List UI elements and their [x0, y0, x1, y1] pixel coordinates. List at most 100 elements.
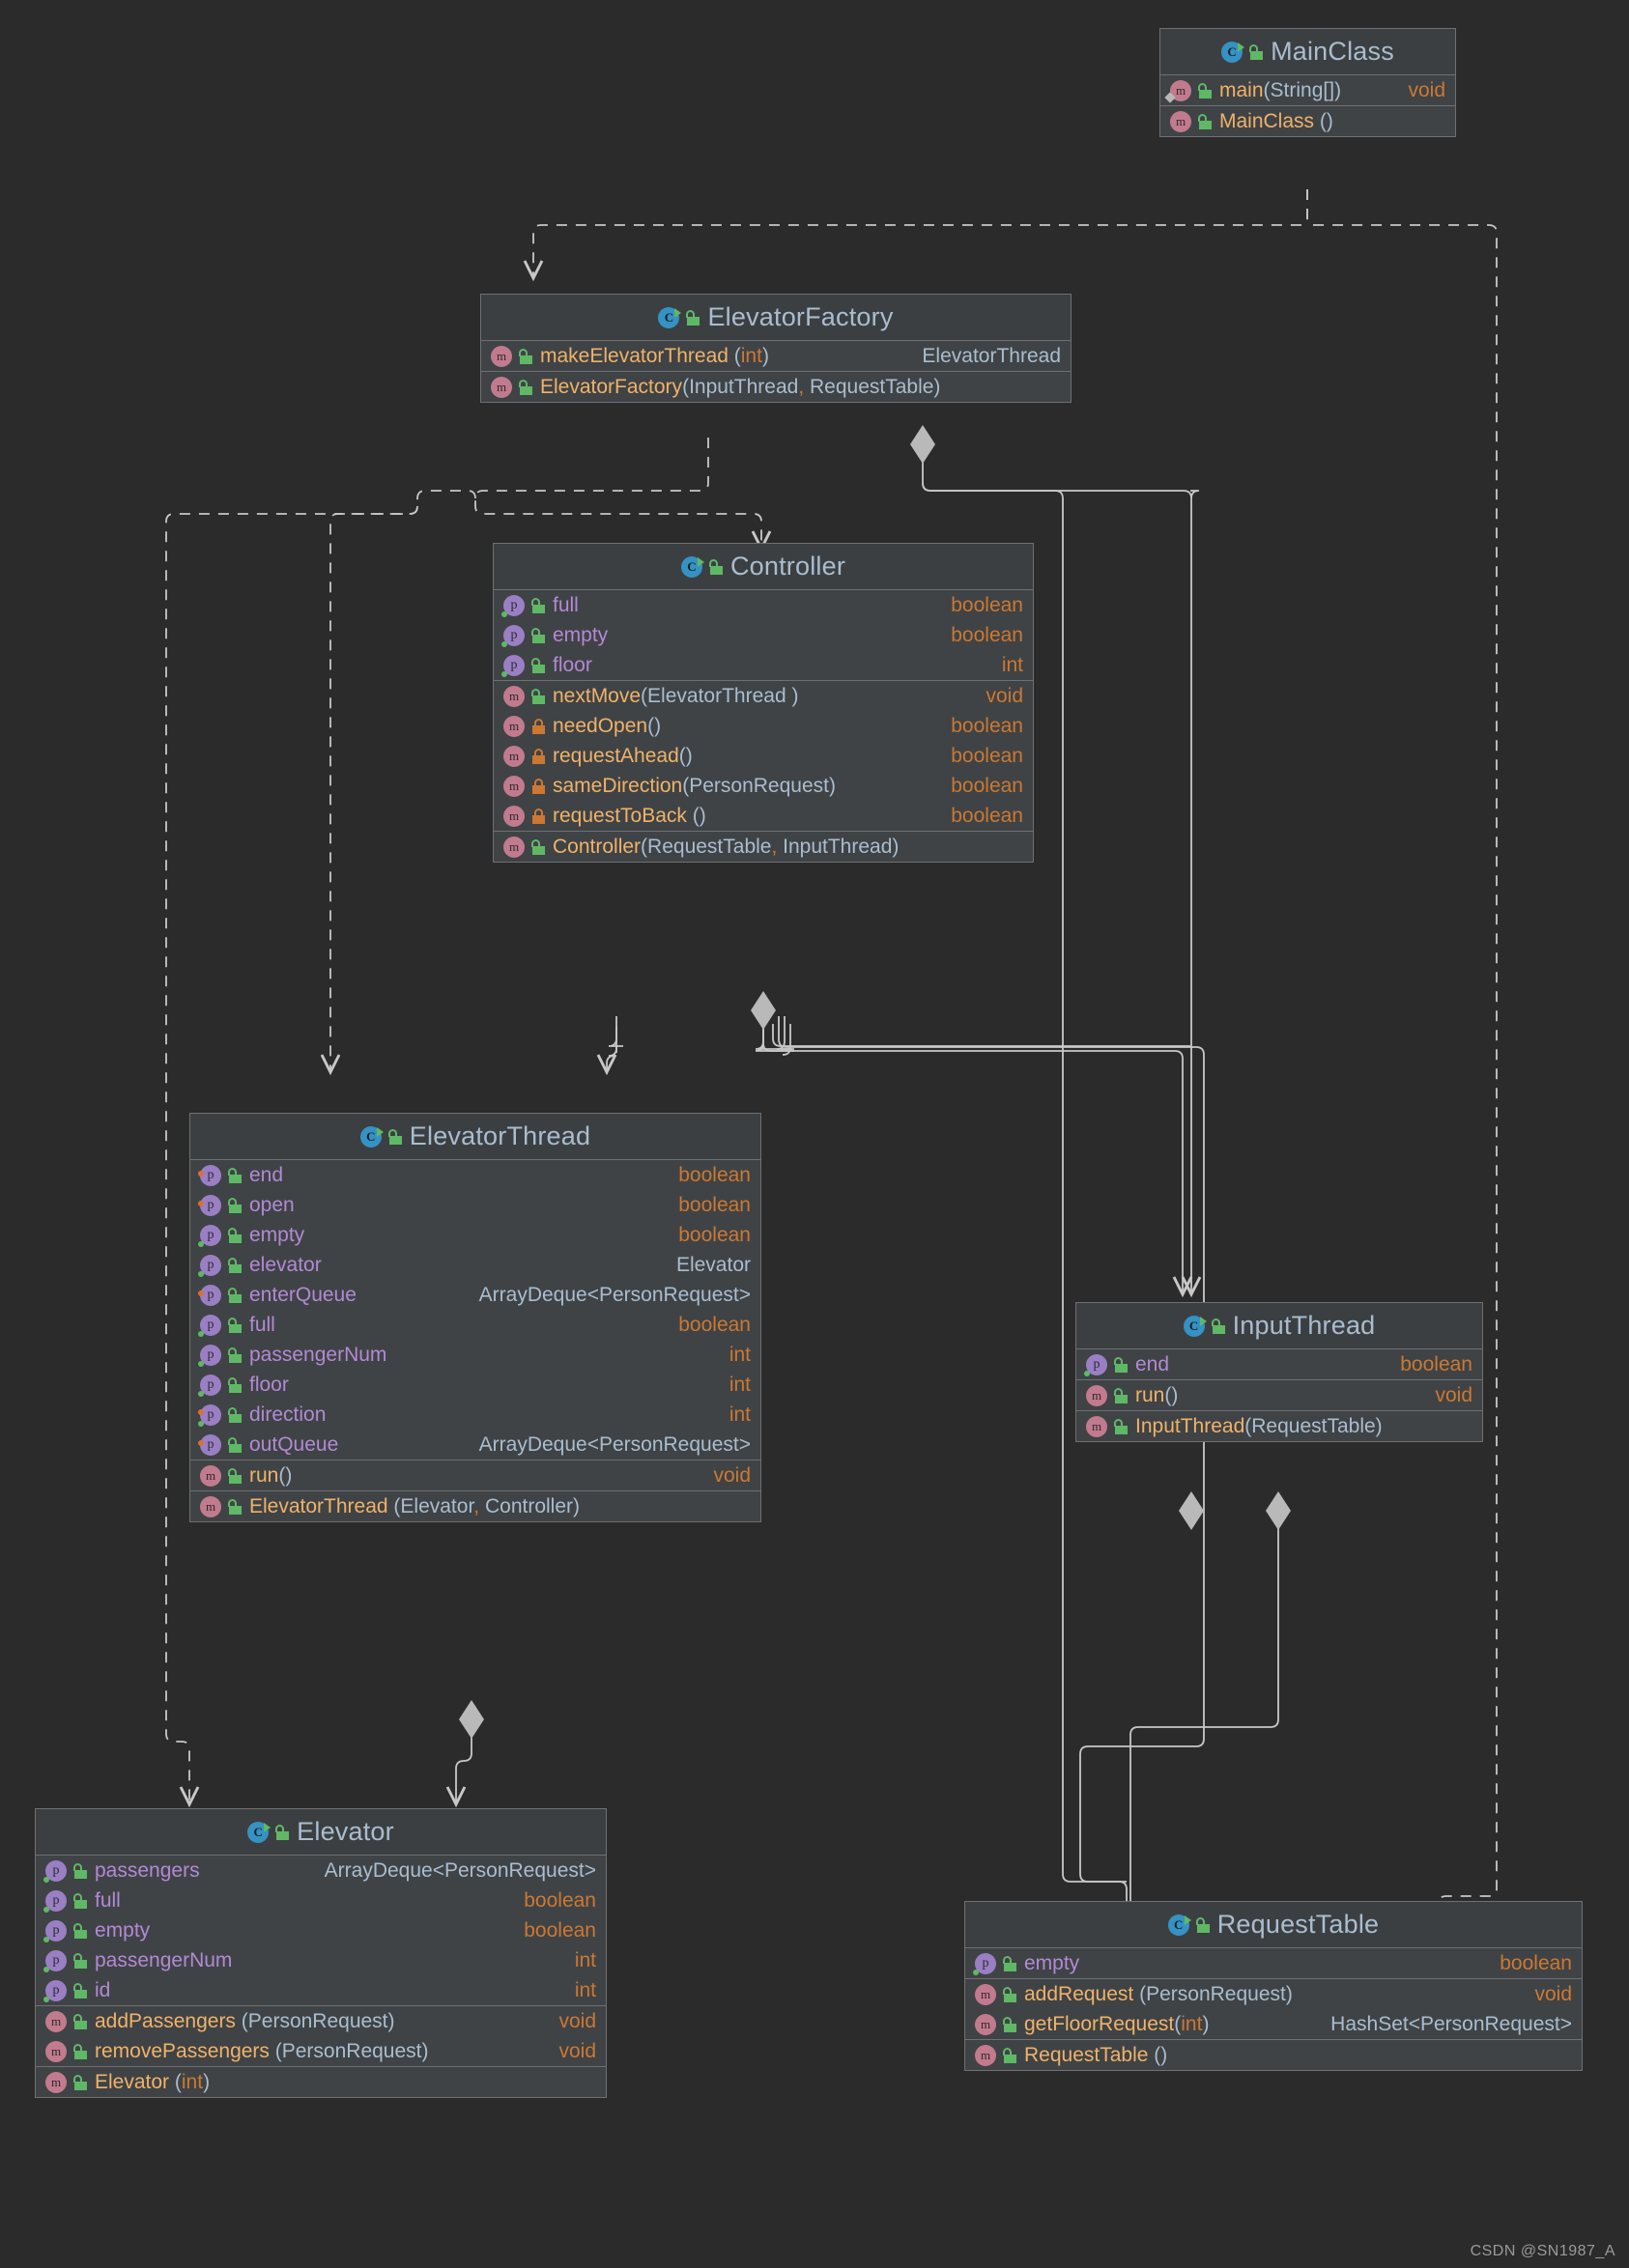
property-icon: p — [198, 1314, 221, 1337]
open-padlock-icon — [73, 1922, 88, 1939]
member-row[interactable]: m Controller(RequestTable, InputThread) — [494, 832, 1033, 862]
member-row[interactable]: m InputThread(RequestTable) — [1076, 1411, 1482, 1441]
member-row[interactable]: m Elevator (int) — [36, 2067, 606, 2097]
uml-class-inputthread[interactable]: C InputThread p end boolean m run() void — [1075, 1302, 1483, 1442]
property-icon: p — [198, 1344, 221, 1367]
class-header: C ElevatorThread — [190, 1114, 760, 1160]
member-row[interactable]: m needOpen() boolean — [494, 711, 1033, 741]
member-row[interactable]: p id int — [36, 1975, 606, 2005]
class-section-methods: m addPassengers (PersonRequest) void m r… — [36, 2005, 606, 2066]
member-type: boolean — [1500, 1951, 1572, 1974]
member-row[interactable]: p elevator Elevator — [190, 1250, 760, 1280]
property-icon: p — [198, 1254, 221, 1277]
uml-class-controller[interactable]: C Controller p full boolean p empty bool… — [493, 543, 1034, 863]
member-row[interactable]: p enterQueue ArrayDeque<PersonRequest> — [190, 1280, 760, 1310]
member-row[interactable]: p empty boolean — [965, 1948, 1582, 1978]
member-row[interactable]: p empty boolean — [494, 620, 1033, 650]
uml-class-elevatorfactory[interactable]: C ElevatorFactory m makeElevatorThread (… — [480, 294, 1072, 403]
member-row[interactable]: m ElevatorThread (Elevator, Controller) — [190, 1491, 760, 1521]
method-icon: m — [503, 715, 525, 737]
member-row[interactable]: m main(String[]) void — [1160, 75, 1455, 105]
member-row[interactable]: m sameDirection(PersonRequest) boolean — [494, 771, 1033, 801]
member-row[interactable]: p full boolean — [494, 590, 1033, 620]
member-name: direction — [249, 1403, 327, 1426]
property-icon: p — [501, 624, 525, 647]
property-icon: p — [198, 1194, 221, 1216]
member-row[interactable]: p empty boolean — [36, 1915, 606, 1945]
class-header: C Elevator — [36, 1809, 606, 1856]
open-padlock-icon — [228, 1257, 243, 1273]
member-row[interactable]: m run() void — [190, 1460, 760, 1490]
member-row[interactable]: m MainClass () — [1160, 106, 1455, 136]
closed-padlock-icon — [531, 748, 546, 764]
open-padlock-icon — [73, 1862, 88, 1879]
method-icon: m — [1086, 1384, 1107, 1406]
member-row[interactable]: p end boolean — [190, 1160, 760, 1190]
member-row[interactable]: p full boolean — [36, 1885, 606, 1915]
return-type: boolean — [951, 744, 1023, 767]
diagram-canvas: C MainClass m main(String[]) void m Main… — [0, 0, 1629, 2268]
member-row[interactable]: p passengerNum int — [190, 1340, 760, 1370]
member-name: end — [249, 1163, 284, 1186]
class-section-methods: m nextMove(ElevatorThread ) void m needO… — [494, 680, 1033, 831]
open-padlock-icon — [1114, 1387, 1129, 1403]
open-padlock-icon — [228, 1406, 243, 1423]
member-row[interactable]: m run() void — [1076, 1380, 1482, 1410]
class-icon: C — [1167, 1914, 1191, 1936]
member-name: enterQueue — [249, 1283, 357, 1306]
open-padlock-icon — [1003, 2047, 1017, 2063]
property-icon: p — [43, 1859, 67, 1883]
open-padlock-icon — [519, 379, 533, 395]
member-row[interactable]: p passengerNum int — [36, 1945, 606, 1975]
member-type: boolean — [678, 1223, 751, 1246]
uml-class-mainclass[interactable]: C MainClass m main(String[]) void m Main… — [1159, 28, 1456, 137]
member-type: ArrayDeque<PersonRequest> — [478, 1432, 751, 1456]
method-icon: m — [1086, 1415, 1107, 1437]
member-row[interactable]: p outQueue ArrayDeque<PersonRequest> — [190, 1430, 760, 1460]
uml-class-requesttable[interactable]: C RequestTable p empty boolean m addRequ… — [964, 1901, 1583, 2071]
member-row[interactable]: m requestAhead() boolean — [494, 741, 1033, 771]
member-type: boolean — [951, 593, 1023, 616]
open-padlock-icon — [1114, 1418, 1129, 1434]
class-section-fields: p full boolean p empty boolean p floor i… — [494, 590, 1033, 680]
member-row[interactable]: p open boolean — [190, 1190, 760, 1220]
uml-class-elevator[interactable]: C Elevator p passengers ArrayDeque<Perso… — [35, 1808, 607, 2098]
member-row[interactable]: m addRequest (PersonRequest) void — [965, 1979, 1582, 2009]
return-type: void — [986, 684, 1023, 707]
member-name: full — [249, 1313, 275, 1336]
member-row[interactable]: p floor int — [494, 650, 1033, 680]
member-row[interactable]: m nextMove(ElevatorThread ) void — [494, 681, 1033, 711]
member-row[interactable]: m RequestTable () — [965, 2040, 1582, 2070]
member-type: boolean — [1400, 1352, 1472, 1375]
method-icon: m — [975, 1983, 996, 2005]
open-padlock-icon — [73, 1982, 88, 1999]
member-row[interactable]: m makeElevatorThread (int) ElevatorThrea… — [481, 341, 1071, 371]
member-row[interactable]: p direction int — [190, 1400, 760, 1430]
member-row[interactable]: p passengers ArrayDeque<PersonRequest> — [36, 1856, 606, 1885]
open-padlock-icon — [228, 1347, 243, 1363]
closed-padlock-icon — [531, 778, 546, 794]
member-row[interactable]: m requestToBack () boolean — [494, 801, 1033, 831]
member-name: passengerNum — [95, 1948, 233, 1971]
uml-class-elevatorthread[interactable]: C ElevatorThread p end boolean p open bo… — [189, 1113, 761, 1522]
open-padlock-icon — [73, 1892, 88, 1909]
member-row[interactable]: p end boolean — [1076, 1349, 1482, 1379]
class-icon: C — [658, 306, 682, 328]
class-header: C InputThread — [1076, 1303, 1482, 1349]
method-icon: m — [1170, 79, 1191, 101]
member-row[interactable]: m getFloorRequest(int) HashSet<PersonReq… — [965, 2009, 1582, 2039]
class-section-constructors: m RequestTable () — [965, 2039, 1582, 2070]
member-type: boolean — [524, 1888, 596, 1912]
member-row[interactable]: m removePassengers (PersonRequest) void — [36, 2036, 606, 2066]
method-icon: m — [45, 2040, 67, 2062]
member-row[interactable]: p full boolean — [190, 1310, 760, 1340]
member-row[interactable]: m addPassengers (PersonRequest) void — [36, 2006, 606, 2036]
member-type: boolean — [678, 1313, 751, 1336]
member-row[interactable]: p floor int — [190, 1370, 760, 1400]
class-section-methods: m main(String[]) void — [1160, 75, 1455, 105]
member-row[interactable]: m ElevatorFactory(InputThread, RequestTa… — [481, 372, 1071, 402]
member-row[interactable]: p empty boolean — [190, 1220, 760, 1250]
open-padlock-icon — [531, 688, 546, 704]
property-icon: p — [501, 594, 525, 617]
member-name: full — [95, 1888, 121, 1912]
